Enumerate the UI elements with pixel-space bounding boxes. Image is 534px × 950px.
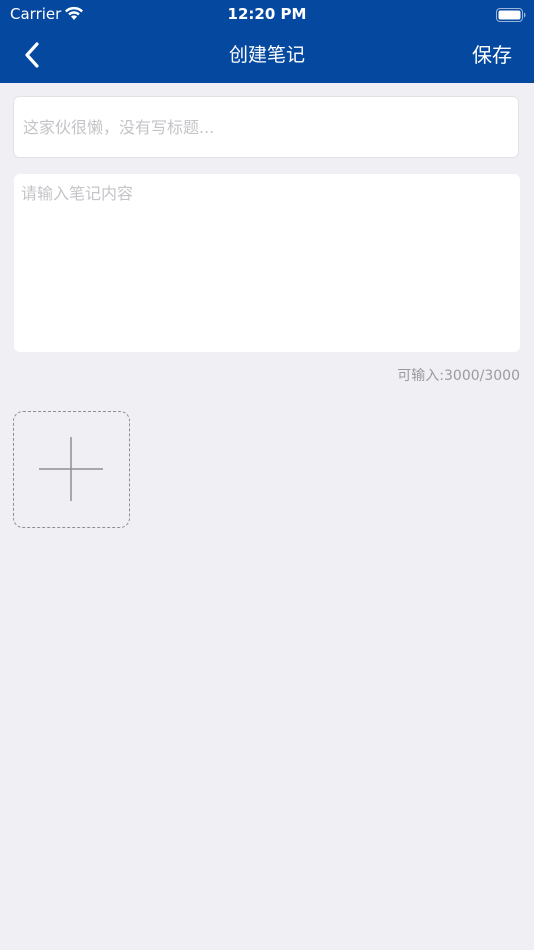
top-bar: Carrier 12:20 PM 创建笔记 保存 [0, 0, 534, 83]
character-counter: 可输入:3000/3000 [397, 368, 520, 384]
add-image-button[interactable] [13, 411, 130, 528]
chevron-left-icon [25, 42, 39, 68]
plus-icon [39, 437, 103, 501]
battery-icon [496, 7, 526, 22]
note-title-input[interactable] [23, 97, 503, 157]
status-time: 12:20 PM [227, 5, 307, 23]
save-button[interactable]: 保存 [472, 28, 512, 83]
note-content-textarea[interactable] [21, 183, 511, 343]
page-title: 创建笔记 [228, 44, 305, 66]
status-bar: Carrier 12:20 PM [0, 0, 534, 28]
content-field-container [14, 174, 520, 352]
navigation-bar: 创建笔记 保存 [0, 28, 534, 83]
back-button[interactable] [14, 38, 50, 72]
title-field-container [13, 96, 519, 158]
